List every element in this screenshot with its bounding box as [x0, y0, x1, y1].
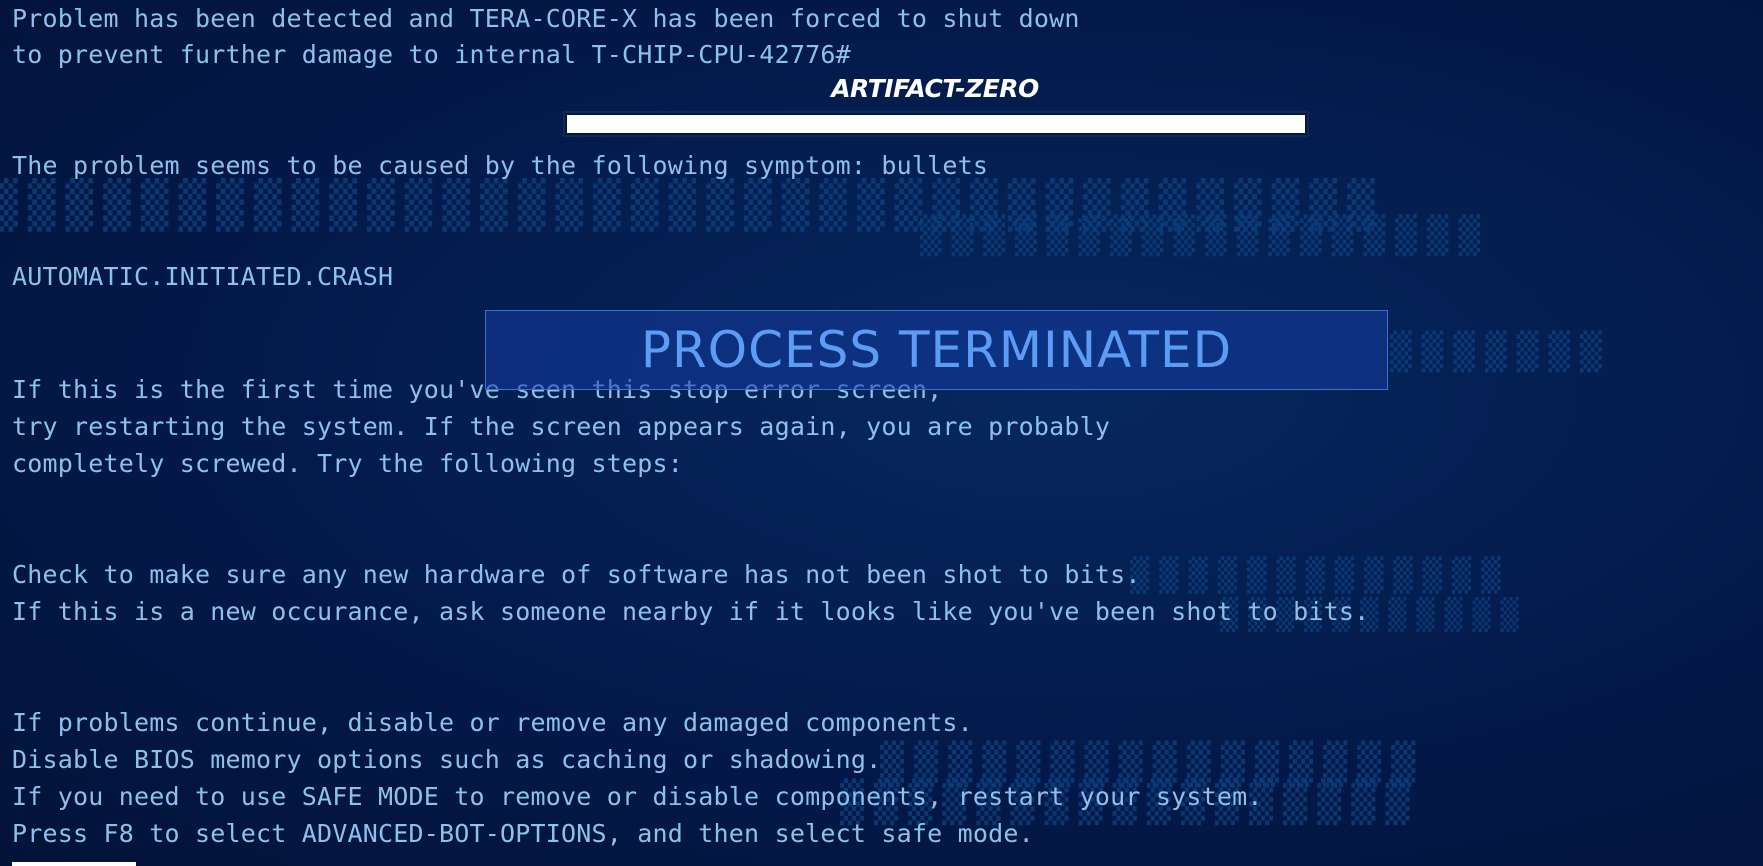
first-time-line-2: try restarting the system. If the screen…: [12, 412, 1111, 441]
continue-line-1: If problems continue, disable or remove …: [12, 708, 973, 737]
continue-line-3: If you need to use SAFE MODE to remove o…: [12, 782, 1263, 811]
first-time-line-3: completely screwed. Try the following st…: [12, 449, 684, 478]
error-header-line-2: to prevent further damage to internal T-…: [12, 40, 851, 69]
check-line-1: Check to make sure any new hardware of s…: [12, 560, 1141, 589]
progress-bar: [563, 111, 1309, 137]
ghost-text-4: ▒▒▒▒▒▒▒▒▒▒▒▒▒: [1130, 556, 1511, 594]
check-line-2: If this is a new occurance, ask someone …: [12, 597, 1370, 626]
symptom-line: The problem seems to be caused by the fo…: [12, 151, 989, 180]
ghost-text-2: ▒▒▒▒▒▒▒▒▒▒▒▒▒▒▒▒▒▒: [920, 214, 1491, 255]
bsod-screen: ▒▒▒▒▒▒▒▒▒▒▒▒▒▒▒▒▒▒▒▒▒▒▒▒▒▒▒▒▒▒▒▒▒▒▒▒▒ ▒▒…: [0, 0, 1763, 866]
error-header-line-1: Problem has been detected and TERA-CORE-…: [12, 4, 1080, 33]
ghost-text-3: ▒▒▒▒▒▒▒: [1390, 330, 1612, 371]
continue-line-2: Disable BIOS memory options such as cach…: [12, 745, 882, 774]
bottom-indicator: [12, 862, 136, 866]
artifact-zero-logo: ARTIFACT-ZERO: [831, 74, 1039, 103]
crash-code: AUTOMATIC.INITIATED.CRASH: [12, 262, 394, 291]
continue-line-4: Press F8 to select ADVANCED-BOT-OPTIONS,…: [12, 819, 1034, 848]
process-terminated-banner: PROCESS TERMINATED: [485, 310, 1388, 390]
process-terminated-text: PROCESS TERMINATED: [640, 321, 1233, 379]
progress-bar-fill: [567, 115, 1305, 133]
